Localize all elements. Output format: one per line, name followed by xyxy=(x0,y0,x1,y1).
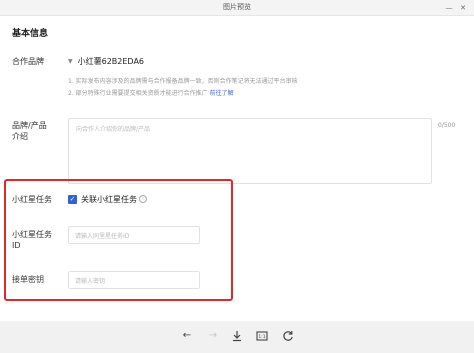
task-id-input[interactable]: 请输入同里星任务ID xyxy=(68,226,200,244)
preview-image: 基本信息 合作品牌 ▼ 小红薯62B2EDA6 1. 实际发布内容涉及的品牌需与… xyxy=(0,16,474,321)
product-intro-placeholder: 向合作人介绍你的品牌/产品 xyxy=(76,126,151,133)
task-id-label: 小红星任务 ID xyxy=(12,229,52,251)
shield-icon: ▼ xyxy=(68,58,73,65)
brand-note-2: 2. 部分特殊行业需要提交相关资质才能进行合作推广 前往了解 xyxy=(68,88,234,97)
task-label: 小红星任务 xyxy=(12,195,52,204)
brand-name: 小红薯62B2EDA6 xyxy=(77,57,145,66)
svg-text:1:1: 1:1 xyxy=(258,334,265,340)
brand-note-2-text: 2. 部分特殊行业需要提交相关资质才能进行合作推广 xyxy=(68,90,208,97)
info-icon[interactable]: i xyxy=(139,195,147,203)
minimize-icon[interactable]: — xyxy=(444,3,454,13)
task-checkbox[interactable]: ✓ xyxy=(68,195,77,204)
product-intro-textarea[interactable]: 向合作人介绍你的品牌/产品 xyxy=(68,118,432,184)
window-title: 图片预览 xyxy=(223,3,251,11)
title-bar: 图片预览 — ✕ xyxy=(0,0,474,16)
product-label-line2: 介绍 xyxy=(12,132,28,141)
download-icon[interactable] xyxy=(230,329,244,343)
section-title: 基本信息 xyxy=(12,29,49,39)
rotate-icon[interactable] xyxy=(281,329,295,343)
preview-toolbar: ← → 1:1 xyxy=(0,321,474,353)
char-counter: 0/500 xyxy=(438,122,456,129)
brand-note-1: 1. 实际发布内容涉及的品牌需与合作报备品牌一致，否则合作笔记将无法通过平台审核 xyxy=(68,78,298,85)
task-id-placeholder: 请输入同里星任务ID xyxy=(75,233,130,240)
arrow-left-icon[interactable]: ← xyxy=(180,329,194,343)
product-label-line1: 品牌/产品 xyxy=(12,121,47,130)
brand-value: ▼ 小红薯62B2EDA6 xyxy=(68,56,144,67)
order-key-placeholder: 请输入密钥 xyxy=(75,278,106,285)
order-key-input[interactable]: 请输入密钥 xyxy=(68,271,200,289)
order-key-label: 接单密钥 xyxy=(12,275,44,284)
close-icon[interactable]: ✕ xyxy=(458,3,468,13)
actual-size-icon[interactable]: 1:1 xyxy=(255,329,269,343)
task-id-label-line1: 小红星任务 xyxy=(12,230,52,239)
brand-label: 合作品牌 xyxy=(12,57,44,66)
learn-more-link[interactable]: 前往了解 xyxy=(210,90,234,97)
product-label: 品牌/产品 介绍 xyxy=(12,120,47,142)
task-checkbox-label[interactable]: 关联小红星任务 xyxy=(81,194,137,205)
arrow-right-icon[interactable]: → xyxy=(206,329,220,343)
task-id-label-line2: ID xyxy=(12,241,21,250)
